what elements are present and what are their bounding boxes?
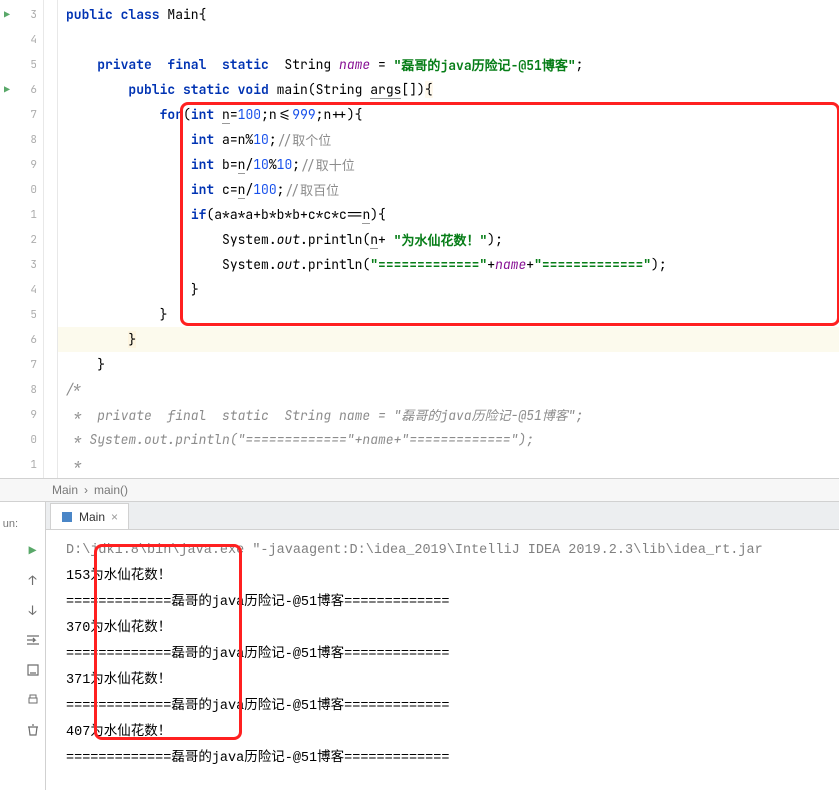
scroll-to-end-button[interactable] (23, 660, 43, 680)
rerun-button[interactable]: ▶ (23, 540, 43, 560)
print-button[interactable] (23, 690, 43, 710)
run-label: un: (0, 502, 20, 790)
console-command: D:\jdk1.8\bin\java.exe "-javaagent:D:\id… (66, 538, 839, 564)
wrap-button[interactable] (23, 630, 43, 650)
fold-column[interactable] (44, 0, 58, 478)
down-button[interactable]: ↓ (23, 600, 43, 620)
console-line: =============磊哥的java历险记-@51博客===========… (66, 642, 839, 668)
console-line: =============磊哥的java历险记-@51博客===========… (66, 590, 839, 616)
delete-button[interactable] (23, 720, 43, 740)
console-line: 371为水仙花数！ (66, 668, 839, 694)
console-output[interactable]: D:\jdk1.8\bin\java.exe "-javaagent:D:\id… (46, 530, 839, 772)
breadcrumb-method[interactable]: main() (88, 483, 134, 497)
run-tab-main[interactable]: Main × (50, 503, 129, 529)
line-number-gutter[interactable]: ▶3 4 5 ▶6 7 8 9 0 1 2 3 4 5 6 7 8 9 0 1 (0, 0, 44, 478)
run-gutter-icon[interactable]: ▶ (4, 8, 10, 21)
breadcrumb[interactable]: Main›main() (0, 478, 839, 502)
run-tool-window: un: ▶ ↑ ↓ Main × D:\jdk1.8\bin\java.exe … (0, 502, 839, 790)
console-line: 407为水仙花数！ (66, 720, 839, 746)
run-gutter-icon[interactable]: ▶ (4, 83, 10, 96)
up-button[interactable]: ↑ (23, 570, 43, 590)
breadcrumb-class[interactable]: Main (46, 483, 84, 497)
console-line: 370为水仙花数！ (66, 616, 839, 642)
code-editor: ▶3 4 5 ▶6 7 8 9 0 1 2 3 4 5 6 7 8 9 0 1 … (0, 0, 839, 478)
run-toolbar: ▶ ↑ ↓ (20, 502, 46, 790)
console-line: =============磊哥的java历险记-@51博客===========… (66, 694, 839, 720)
run-tabs: Main × (46, 502, 839, 530)
close-icon[interactable]: × (111, 510, 118, 524)
code-text-area[interactable]: public class Main{ private final static … (58, 0, 839, 478)
tab-icon (61, 511, 73, 523)
console-line: 153为水仙花数！ (66, 564, 839, 590)
console-line: =============磊哥的java历险记-@51博客===========… (66, 746, 839, 772)
